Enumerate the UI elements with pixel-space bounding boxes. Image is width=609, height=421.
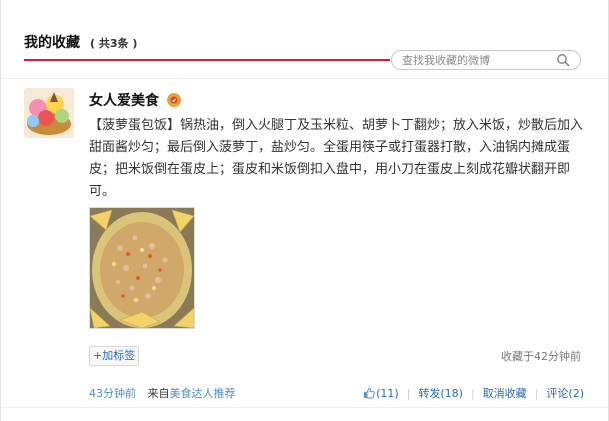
separator: |: [406, 387, 411, 400]
favorites-page: 我的收藏 ( 共3条 ) 女人爱美食 【菠萝蛋包饭】锅热油，倒入火腿丁及玉米粒、…: [0, 0, 609, 421]
post-meta: 43分钟前 来自美食达人推荐: [89, 385, 236, 401]
add-tag-button[interactable]: +加标签: [89, 346, 140, 366]
verified-badge-icon: [167, 93, 181, 107]
uncollect-button[interactable]: 取消收藏: [483, 387, 527, 400]
collected-time: 收藏于42分钟前: [501, 350, 581, 363]
separator: |: [534, 387, 539, 400]
favorites-count: ( 共3条 ): [90, 37, 138, 50]
post-image[interactable]: [89, 207, 195, 329]
comment-button[interactable]: 评论(2): [546, 387, 584, 400]
page-title: 我的收藏: [24, 35, 80, 51]
post-actions: (11) | 转发(18) | 取消收藏 | 评论(2): [363, 385, 584, 401]
search-box[interactable]: [391, 50, 581, 70]
separator: |: [470, 387, 475, 400]
forward-button[interactable]: 转发(18): [418, 387, 463, 400]
source-link[interactable]: 美食达人推荐: [170, 387, 236, 400]
title-underline: [24, 59, 390, 61]
search-icon[interactable]: [556, 53, 570, 67]
divider: [1, 407, 609, 408]
post-time-link[interactable]: 43分钟前: [89, 387, 136, 400]
thumbs-up-icon: [364, 387, 375, 399]
source-prefix: 来自: [147, 387, 170, 400]
search-input[interactable]: [402, 53, 550, 68]
like-count: (11): [376, 387, 399, 400]
author-name[interactable]: 女人爱美食: [89, 90, 159, 110]
like-button[interactable]: (11): [363, 387, 399, 400]
divider: [1, 78, 609, 79]
avatar[interactable]: [24, 88, 74, 138]
post-content: 【菠萝蛋包饭】锅热油，倒入火腿丁及玉米粒、胡萝卜丁翻炒；放入米饭，炒散后加入甜面…: [89, 118, 584, 199]
